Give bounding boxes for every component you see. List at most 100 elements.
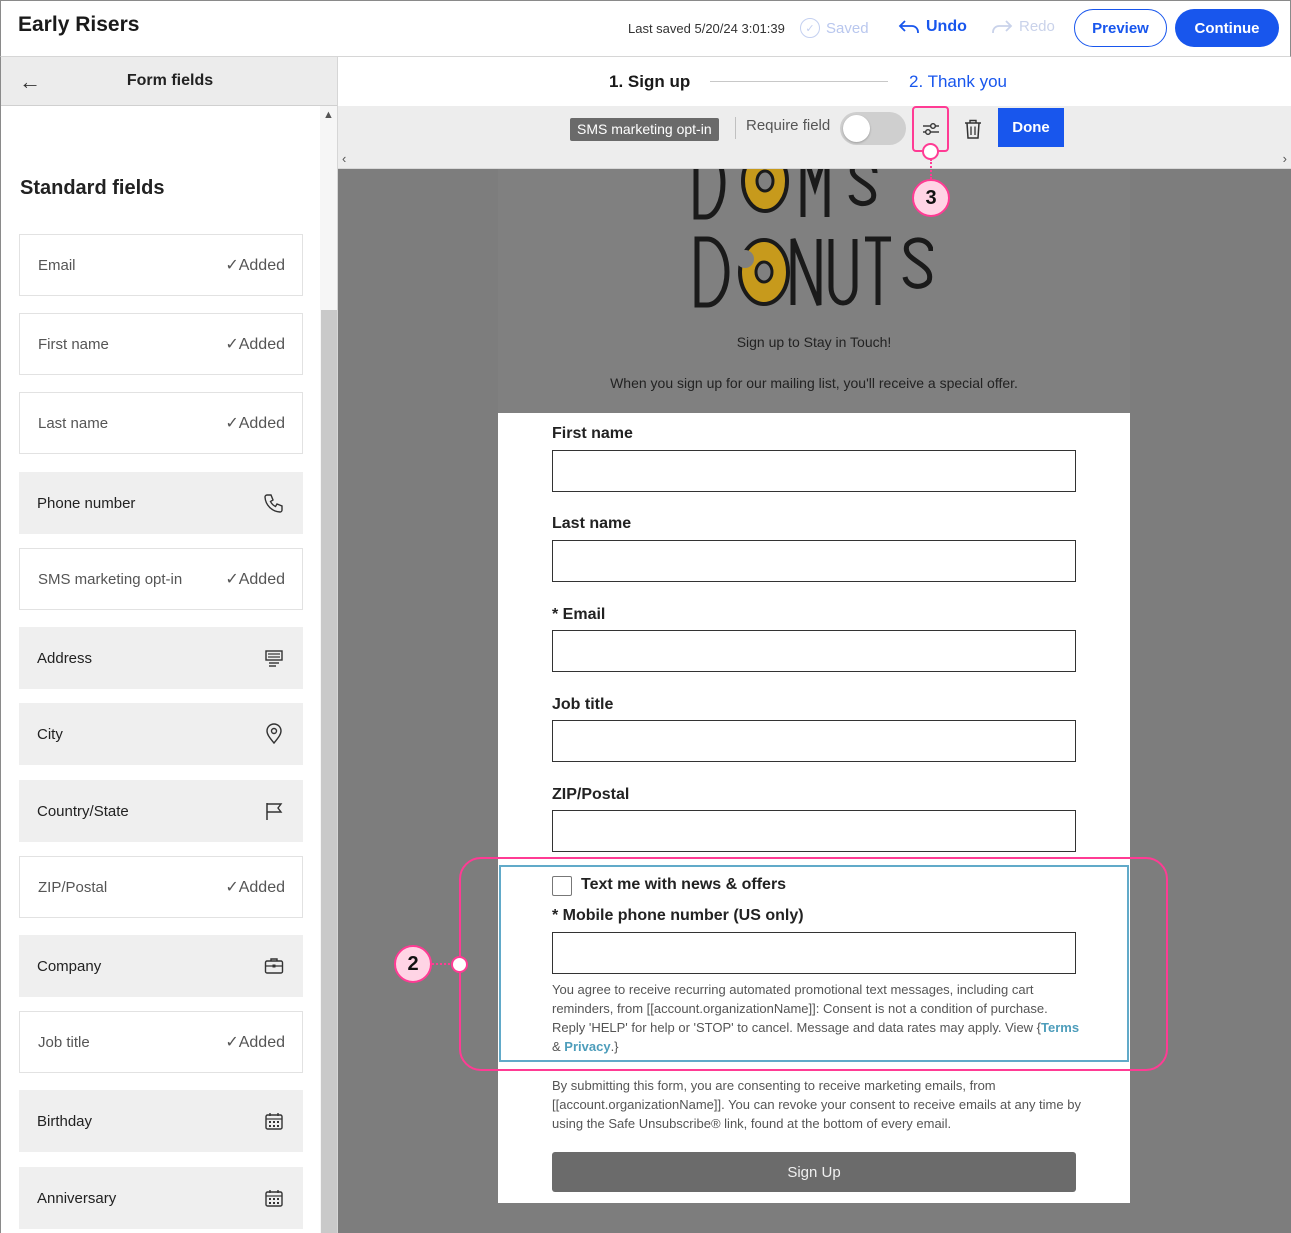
top-bar: Early Risers Last saved 5/20/24 3:01:39 … — [0, 0, 1291, 57]
continue-button[interactable]: Continue — [1175, 9, 1279, 47]
added-status: ✓Added — [225, 1034, 285, 1051]
zip-postal-input[interactable] — [552, 810, 1076, 852]
calendar-icon — [265, 1113, 283, 1130]
check-circle-icon: ✓ — [800, 18, 820, 38]
job-title-label: Job title — [552, 696, 614, 713]
checkmark-icon: ✓ — [225, 571, 239, 588]
step-sign-up[interactable]: 1. Sign up — [609, 72, 690, 92]
callout-3-connector — [930, 159, 932, 179]
require-field-label: Require field — [746, 117, 831, 134]
added-status: ✓Added — [225, 257, 285, 274]
last-saved-text: Last saved 5/20/24 3:01:39 — [628, 21, 785, 36]
field-item-label: ZIP/Postal — [38, 878, 108, 896]
done-button[interactable]: Done — [998, 108, 1064, 147]
first-name-input[interactable] — [552, 450, 1076, 492]
field-item-label: Address — [37, 649, 93, 667]
form-offer-text: When you sign up for our mailing list, y… — [610, 375, 1018, 391]
sidebar-title: Form fields — [126, 72, 214, 89]
field-item-label: Last name — [38, 414, 109, 432]
job-title-input[interactable] — [552, 720, 1076, 762]
field-item-label: Anniversary — [37, 1189, 117, 1207]
field-item-zip-postal[interactable]: ZIP/Postal ✓Added — [19, 856, 303, 918]
field-item-first-name[interactable]: First name ✓Added — [19, 313, 303, 375]
email-consent-text: By submitting this form, you are consent… — [552, 1078, 1081, 1131]
sidebar-header: ← Form fields — [1, 57, 337, 106]
field-item-last-name[interactable]: Last name ✓Added — [19, 392, 303, 454]
callout-3-badge: 3 — [912, 179, 950, 217]
field-item-label: First name — [38, 335, 109, 353]
selected-field-tag: SMS marketing opt-in — [570, 118, 719, 141]
last-name-input[interactable] — [552, 540, 1076, 582]
last-name-label: Last name — [552, 515, 632, 532]
zip-postal-label: ZIP/Postal — [552, 786, 630, 803]
address-icon — [265, 650, 283, 667]
field-item-sms-marketing-opt-in[interactable]: SMS marketing opt-in ✓Added — [19, 548, 303, 610]
form-title[interactable]: Early Risers — [18, 13, 139, 37]
checkmark-icon: ✓ — [225, 257, 239, 274]
scroll-up-arrow-icon[interactable]: ▲ — [323, 109, 334, 121]
field-item-phone-number[interactable]: Phone number — [19, 472, 303, 534]
undo-icon — [898, 20, 919, 33]
field-item-label: Country/State — [37, 802, 129, 820]
callout-2-highlight — [459, 857, 1168, 1071]
added-status: ✓Added — [225, 571, 285, 588]
redo-label: Redo — [1019, 18, 1055, 35]
sliders-icon — [922, 122, 939, 135]
saved-status: ✓ Saved — [800, 18, 869, 38]
field-item-email[interactable]: Email ✓Added — [19, 234, 303, 296]
field-item-country-state[interactable]: Country/State — [19, 780, 303, 842]
first-name-label: First name — [552, 425, 633, 442]
field-item-label: Job title — [38, 1033, 90, 1051]
toggle-knob — [843, 115, 870, 142]
flag-icon — [266, 803, 283, 820]
added-status: ✓Added — [225, 336, 285, 353]
added-status: ✓Added — [225, 415, 285, 432]
form-preview-canvas: Sign up to Stay in Touch! When you sign … — [338, 169, 1291, 1233]
callout-2-dot — [451, 956, 468, 973]
field-item-label: SMS marketing opt-in — [38, 570, 183, 588]
field-item-label: Email — [38, 256, 76, 274]
doms-donuts-logo — [693, 169, 933, 308]
form-header-block: Sign up to Stay in Touch! When you sign … — [498, 169, 1130, 413]
sidebar-scrollbar-thumb[interactable] — [321, 310, 337, 1233]
field-item-birthday[interactable]: Birthday — [19, 1090, 303, 1152]
scroll-right-arrow-icon[interactable]: › — [1283, 151, 1287, 166]
field-item-company[interactable]: Company — [19, 935, 303, 997]
step-navigation: 1. Sign up 2. Thank you — [338, 57, 1291, 106]
callout-2-badge: 2 — [394, 945, 432, 983]
undo-button[interactable]: Undo — [898, 18, 967, 36]
trash-icon — [965, 119, 981, 139]
redo-icon — [992, 19, 1013, 33]
calendar-icon — [265, 1190, 283, 1207]
redo-button[interactable]: Redo — [991, 18, 1055, 35]
toolbar-divider — [735, 117, 736, 139]
field-item-label: Company — [37, 957, 102, 975]
phone-icon — [264, 494, 283, 513]
preview-button[interactable]: Preview — [1074, 9, 1167, 47]
form-subtitle: Sign up to Stay in Touch! — [736, 334, 892, 350]
scroll-left-arrow-icon[interactable]: ‹ — [342, 151, 346, 166]
briefcase-icon — [264, 958, 284, 974]
email-input[interactable] — [552, 630, 1076, 672]
field-item-city[interactable]: City — [19, 703, 303, 765]
require-field-toggle[interactable] — [840, 112, 906, 145]
field-item-address[interactable]: Address — [19, 627, 303, 689]
field-item-anniversary[interactable]: Anniversary — [19, 1167, 303, 1229]
field-toolbar: SMS marketing opt-in Require field Done … — [338, 106, 1291, 169]
checkmark-icon: ✓ — [225, 415, 239, 432]
checkmark-icon: ✓ — [225, 1034, 239, 1051]
saved-label: Saved — [826, 19, 869, 37]
delete-field-button[interactable] — [960, 116, 986, 142]
field-item-label: Birthday — [37, 1112, 93, 1130]
standard-fields-heading: Standard fields — [20, 177, 165, 199]
step-divider — [710, 81, 888, 82]
form-fields-sidebar: ← Form fields ▲ Standard fields Email ✓A… — [0, 57, 338, 1233]
email-label: * Email — [552, 606, 606, 623]
location-pin-icon — [266, 723, 282, 745]
field-item-label: Phone number — [37, 494, 136, 512]
callout-3-dot — [922, 143, 939, 160]
added-status: ✓Added — [225, 879, 285, 896]
step-thank-you[interactable]: 2. Thank you — [909, 72, 1007, 92]
field-item-job-title[interactable]: Job title ✓Added — [19, 1011, 303, 1073]
sign-up-button[interactable]: Sign Up — [552, 1152, 1076, 1192]
